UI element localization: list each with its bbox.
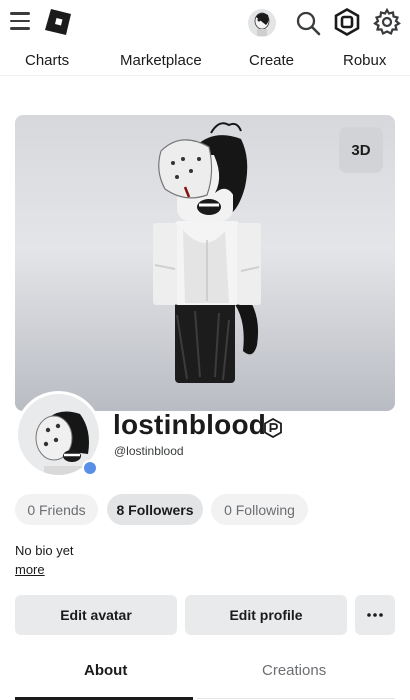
profile-display-name: lostinblood [113,409,267,440]
roblox-logo-icon[interactable] [44,8,72,36]
avatar-figure [153,122,261,383]
hamburger-menu-icon[interactable] [10,12,30,30]
nav-charts[interactable]: Charts [25,52,69,69]
online-status-indicator [82,460,98,476]
friends-pill[interactable]: 0 Friends [15,494,98,525]
tab-about[interactable]: About [84,662,127,679]
bio-text: No bio yet [15,543,74,558]
toggle-3d-button[interactable]: 3D [339,127,383,173]
robux-icon[interactable] [333,8,361,36]
nav-create[interactable]: Create [249,52,294,69]
bio-more-link[interactable]: more [15,562,45,577]
edit-avatar-button[interactable]: Edit avatar [15,595,177,635]
followers-pill[interactable]: 8 Followers [107,494,203,525]
premium-badge-icon[interactable] [263,418,283,438]
avatar-3d-viewer[interactable]: 3D [15,115,395,411]
top-bar [0,0,410,44]
profile-username: @lostinblood [114,444,184,458]
nav-marketplace[interactable]: Marketplace [120,52,202,69]
avatar-thumbnail-icon[interactable] [248,9,276,37]
edit-profile-button[interactable]: Edit profile [185,595,347,635]
tab-divider [197,698,395,699]
following-pill[interactable]: 0 Following [211,494,308,525]
more-options-button[interactable] [355,595,395,635]
main-nav: Charts Marketplace Create Robux [0,44,410,76]
nav-robux[interactable]: Robux [343,52,386,69]
gear-icon[interactable] [373,8,401,36]
ellipsis-icon [367,613,383,617]
tab-creations[interactable]: Creations [262,662,326,679]
search-icon[interactable] [294,9,322,37]
